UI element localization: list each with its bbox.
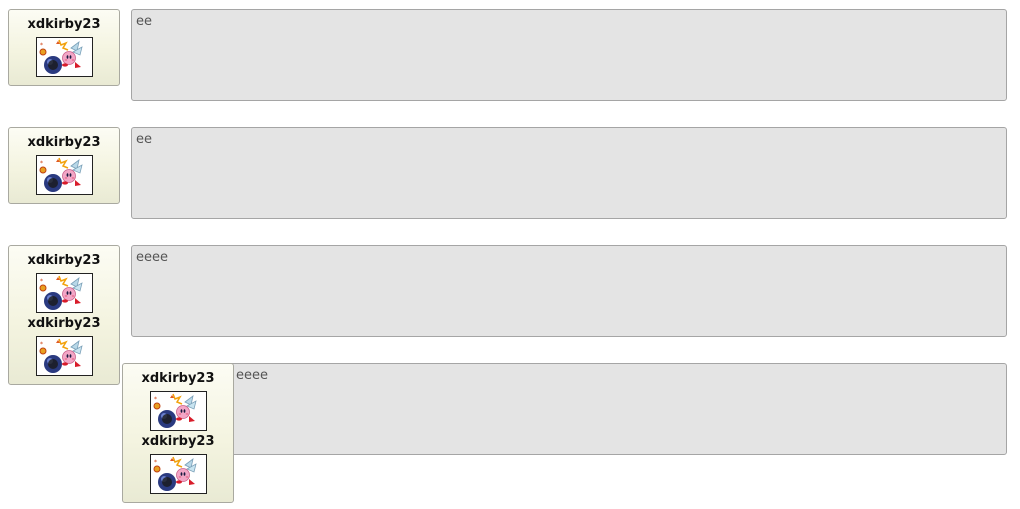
message-box[interactable]: eeee	[131, 363, 1007, 455]
username-link[interactable]: xdkirby23	[9, 17, 119, 33]
message-box[interactable]: ee	[131, 9, 1007, 101]
kirby-bomb-avatar-icon[interactable]: *	[149, 454, 207, 494]
svg-text:*: *	[40, 278, 43, 285]
kirby-bomb-avatar-icon[interactable]: *	[35, 273, 93, 313]
user-card: xdkirby23 * xdkirby23 *	[122, 363, 234, 503]
user-card: xdkirby23 *	[8, 9, 120, 86]
svg-text:*: *	[154, 396, 157, 403]
username-link[interactable]: xdkirby23	[123, 434, 233, 450]
message-box[interactable]: ee	[131, 127, 1007, 219]
user-card: xdkirby23 * xdkirby23 *	[8, 245, 120, 385]
svg-text:*: *	[40, 341, 43, 348]
svg-text:*: *	[40, 160, 43, 167]
message-text: ee	[136, 14, 152, 29]
kirby-bomb-avatar-icon[interactable]: *	[149, 391, 207, 431]
username-link[interactable]: xdkirby23	[9, 253, 119, 269]
kirby-bomb-avatar-icon[interactable]: *	[35, 336, 93, 376]
username-link[interactable]: xdkirby23	[9, 135, 119, 151]
user-card: xdkirby23 *	[8, 127, 120, 204]
message-box[interactable]: eeee	[131, 245, 1007, 337]
svg-text:*: *	[154, 459, 157, 466]
message-text: ee	[136, 132, 152, 147]
svg-text:*: *	[40, 42, 43, 49]
kirby-bomb-avatar-icon[interactable]: *	[35, 37, 93, 77]
kirby-bomb-avatar-icon[interactable]: *	[35, 155, 93, 195]
username-link[interactable]: xdkirby23	[9, 316, 119, 332]
message-text: eeee	[236, 368, 268, 383]
message-text: eeee	[136, 250, 168, 265]
username-link[interactable]: xdkirby23	[123, 371, 233, 387]
